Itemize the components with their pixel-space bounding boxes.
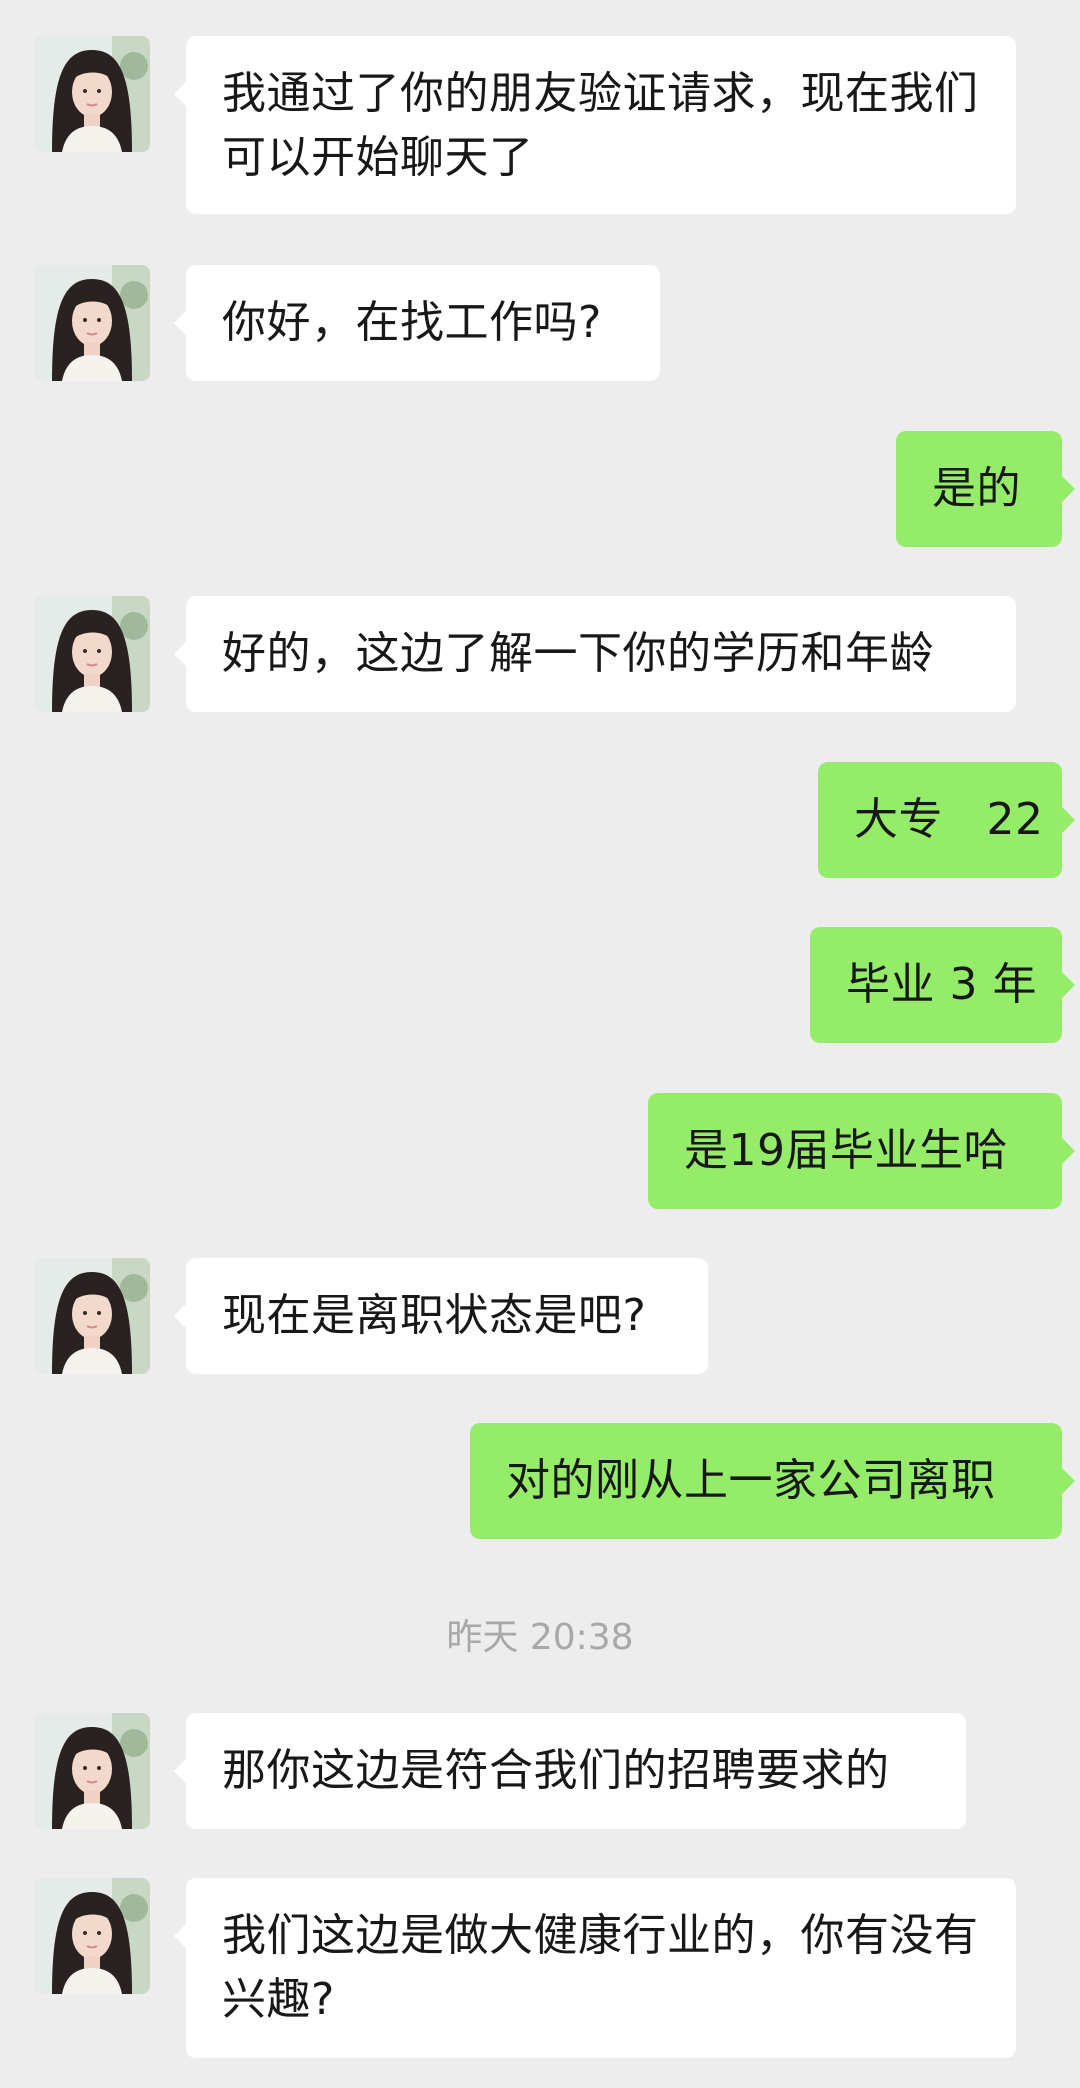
message-timestamp: 昨天 20:38 bbox=[446, 1617, 634, 1658]
contact-avatar[interactable] bbox=[34, 596, 150, 712]
message-bubble-incoming[interactable]: 你好，在找工作吗? bbox=[186, 265, 660, 381]
message-text: 是的 bbox=[932, 463, 1021, 514]
avatar-portrait-icon bbox=[34, 596, 150, 712]
contact-avatar[interactable] bbox=[34, 1713, 150, 1829]
avatar-portrait-icon bbox=[34, 1878, 150, 1994]
message-bubble-outgoing[interactable]: 对的刚从上一家公司离职 bbox=[470, 1423, 1062, 1539]
bubble-tail bbox=[1062, 476, 1075, 502]
message-bubble-outgoing[interactable]: 是的 bbox=[896, 431, 1062, 547]
contact-avatar[interactable] bbox=[34, 265, 150, 381]
message-bubble-incoming[interactable]: 我通过了你的朋友验证请求，现在我们可以开始聊天了 bbox=[186, 36, 1016, 214]
message-text: 那你这边是符合我们的招聘要求的 bbox=[222, 1745, 890, 1796]
message-bubble-incoming[interactable]: 那你这边是符合我们的招聘要求的 bbox=[186, 1713, 966, 1829]
avatar-portrait-icon bbox=[34, 265, 150, 381]
message-text: 我们这边是做大健康行业的，你有没有兴趣? bbox=[222, 1910, 979, 2025]
message-bubble-outgoing[interactable]: 毕业 3 年 bbox=[810, 927, 1062, 1043]
message-bubble-incoming[interactable]: 好的，这边了解一下你的学历和年龄 bbox=[186, 596, 1016, 712]
message-bubble-outgoing[interactable]: 大专 22 bbox=[818, 762, 1062, 878]
message-text: 好的，这边了解一下你的学历和年龄 bbox=[222, 628, 934, 679]
bubble-tail bbox=[1062, 1468, 1075, 1494]
bubble-tail bbox=[1062, 807, 1075, 833]
contact-avatar[interactable] bbox=[34, 1258, 150, 1374]
contact-avatar[interactable] bbox=[34, 1878, 150, 1994]
message-bubble-outgoing[interactable]: 是19届毕业生哈 bbox=[648, 1093, 1062, 1209]
bubble-tail bbox=[1062, 972, 1075, 998]
message-bubble-incoming[interactable]: 现在是离职状态是吧? bbox=[186, 1258, 708, 1374]
message-bubble-incoming[interactable]: 我们这边是做大健康行业的，你有没有兴趣? bbox=[186, 1878, 1016, 2058]
message-text: 是19届毕业生哈 bbox=[684, 1125, 1008, 1176]
avatar-portrait-icon bbox=[34, 1713, 150, 1829]
message-text: 现在是离职状态是吧? bbox=[222, 1290, 647, 1341]
chat-area: 我通过了你的朋友验证请求，现在我们可以开始聊天了 你好，在找工作吗? 是的 好的… bbox=[0, 0, 1080, 2088]
message-text: 我通过了你的朋友验证请求，现在我们可以开始聊天了 bbox=[222, 68, 979, 183]
avatar-portrait-icon bbox=[34, 36, 150, 152]
message-text: 毕业 3 年 bbox=[846, 959, 1037, 1010]
message-text: 你好，在找工作吗? bbox=[222, 297, 602, 348]
bubble-tail bbox=[1062, 1138, 1075, 1164]
contact-avatar[interactable] bbox=[34, 36, 150, 152]
message-text: 对的刚从上一家公司离职 bbox=[506, 1455, 996, 1506]
avatar-portrait-icon bbox=[34, 1258, 150, 1374]
message-text: 大专 22 bbox=[854, 794, 1044, 845]
